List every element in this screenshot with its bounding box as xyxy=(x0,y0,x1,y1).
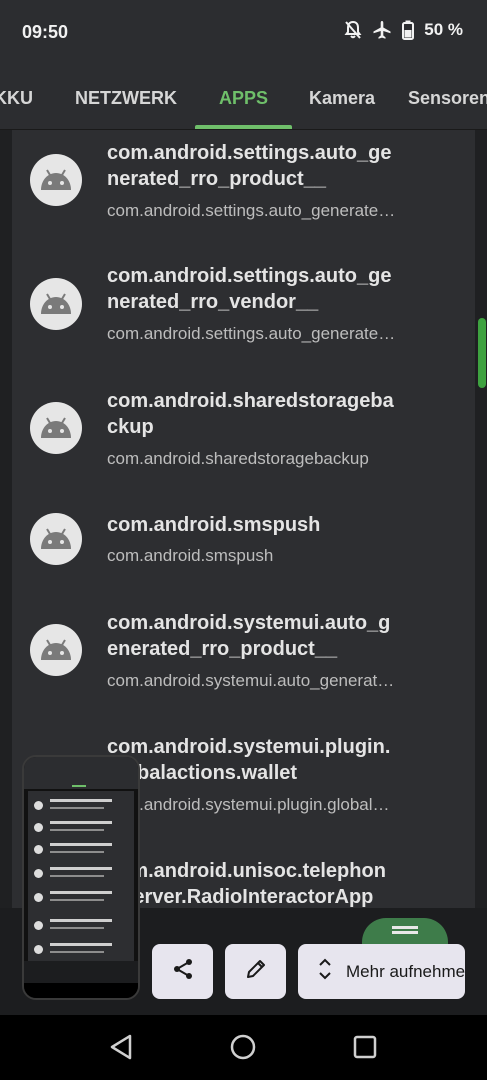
thumbnail-action-bar xyxy=(24,961,138,983)
status-time: 09:50 xyxy=(22,22,69,42)
battery-icon xyxy=(402,20,415,40)
thumbnail-row xyxy=(32,819,132,837)
scrollbar-thumb[interactable] xyxy=(478,318,486,388)
thumbnail-row xyxy=(32,865,132,883)
app-title: com.android.sharedstoragebackup xyxy=(107,390,394,438)
app-package: com.android.systemui.plugin.globalaction… xyxy=(107,795,397,814)
app-title: com.android.unisoc.telephony.server.Radi… xyxy=(107,860,386,908)
tab-akku[interactable]: KKU xyxy=(0,88,33,109)
notifications-off-icon xyxy=(344,20,362,40)
tab-sensoren[interactable]: Sensoren xyxy=(408,88,487,109)
app-title: com.android.smspush xyxy=(107,514,321,536)
battery-percentage: 50 % xyxy=(424,20,463,39)
edit-icon xyxy=(245,958,267,985)
expand-vertical-icon xyxy=(318,958,332,985)
app-package: com.android.settings.auto_generated_rro_… xyxy=(107,324,397,343)
airplane-mode-icon xyxy=(372,20,392,40)
android-app-icon xyxy=(30,154,82,206)
status-icons: 50 % xyxy=(344,20,463,40)
home-icon[interactable] xyxy=(229,1033,257,1066)
thumbnail-row xyxy=(32,917,132,935)
thumbnail-row xyxy=(32,889,132,907)
tab-kamera[interactable]: Kamera xyxy=(309,88,375,109)
app-title: com.android.settings.auto_generated_rro_… xyxy=(107,265,392,313)
app-package: com.android.sharedstoragebackup xyxy=(107,449,369,468)
thumbnail-header xyxy=(24,757,138,789)
android-app-icon xyxy=(30,278,82,330)
status-bar: 09:50 50 % xyxy=(0,0,487,64)
capture-more-button[interactable]: Mehr aufnehmen xyxy=(298,944,465,999)
system-nav-bar xyxy=(0,1015,487,1080)
app-title: com.android.systemui.auto_generated_rro_… xyxy=(107,612,391,660)
tab-bar: KKU NETZWERK APPS Kamera Sensoren xyxy=(0,64,487,130)
thumbnail-nav-bar xyxy=(24,983,138,998)
active-tab-indicator xyxy=(195,125,292,129)
thumbnail-tab-indicator xyxy=(72,785,86,787)
share-button[interactable] xyxy=(152,944,213,999)
thumbnail-list xyxy=(28,791,134,961)
app-package: com.android.smspush xyxy=(107,546,274,565)
edit-button[interactable] xyxy=(225,944,286,999)
tab-netzwerk[interactable]: NETZWERK xyxy=(75,88,177,109)
thumbnail-row xyxy=(32,841,132,859)
android-app-icon xyxy=(30,402,82,454)
app-title: com.android.systemui.plugin.globalaction… xyxy=(107,736,391,784)
tab-apps[interactable]: APPS xyxy=(219,88,268,109)
back-icon[interactable] xyxy=(108,1033,136,1066)
android-app-icon xyxy=(30,624,82,676)
app-package: com.android.systemui.auto_generated_rro_… xyxy=(107,671,397,690)
thumbnail-row xyxy=(32,941,132,959)
app-package: com.android.settings.auto_generated_rro_… xyxy=(107,201,397,220)
capture-more-label: Mehr aufnehmen xyxy=(346,961,465,981)
app-title: com.android.settings.auto_generated_rro_… xyxy=(107,142,392,190)
android-app-icon xyxy=(30,513,82,565)
recents-icon[interactable] xyxy=(351,1033,379,1066)
thumbnail-row xyxy=(32,797,132,815)
screenshot-preview-thumbnail[interactable] xyxy=(22,755,140,1000)
share-icon xyxy=(172,958,194,985)
scrollbar-track[interactable] xyxy=(475,130,487,915)
